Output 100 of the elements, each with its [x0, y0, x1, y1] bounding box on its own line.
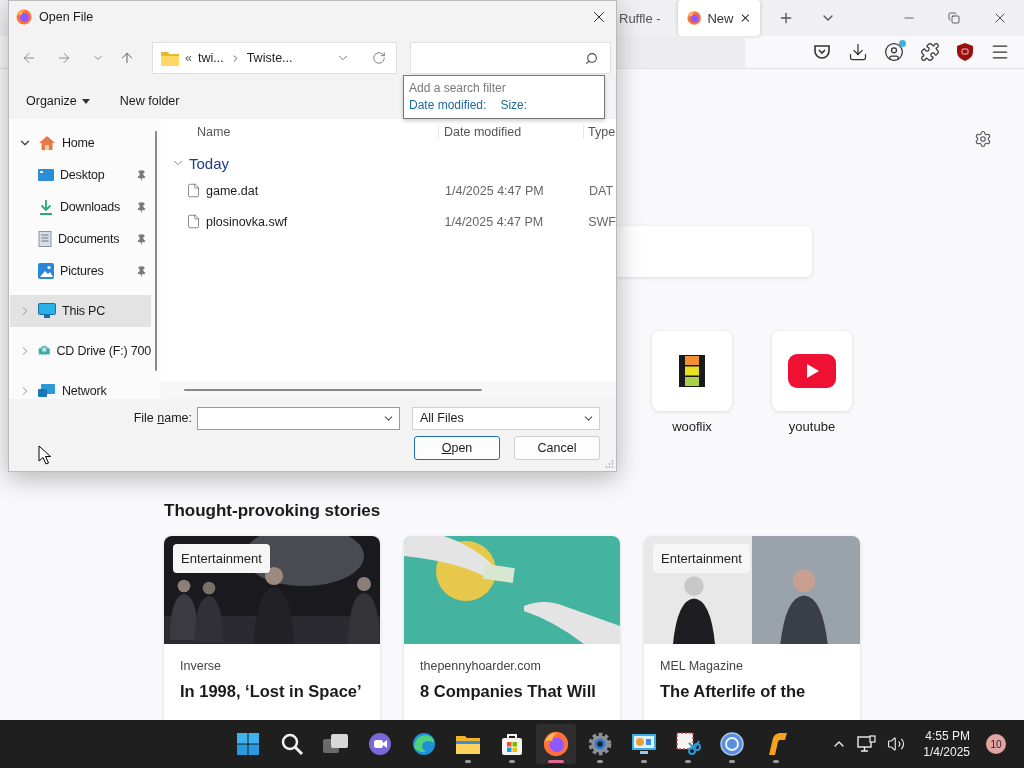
file-name-label: File name: — [133, 411, 192, 425]
story-card[interactable]: Entertainment Inverse In 1998, ‘Lost in Space’ — [164, 536, 380, 720]
notification-badge[interactable]: 10 — [986, 734, 1006, 754]
sidebar-item[interactable]: Documents — [10, 223, 151, 255]
file-date: 1/4/2025 4:47 PM — [444, 183, 545, 198]
sidebar-item[interactable]: Network — [10, 375, 151, 399]
download-icon[interactable] — [848, 42, 868, 62]
close-icon[interactable] — [739, 11, 752, 25]
volume-icon[interactable] — [887, 735, 906, 753]
download-arrow-icon — [38, 199, 54, 215]
section-heading: Thought-provoking stories — [164, 500, 382, 522]
browser-tab[interactable]: Ruffle - — [619, 0, 671, 36]
monitor-icon — [38, 303, 56, 319]
clock[interactable]: 4:55 PM 1/4/2025 — [923, 728, 970, 760]
shopping-bag-icon — [500, 732, 524, 756]
folder-icon — [455, 733, 481, 755]
sidebar-item[interactable]: Desktop — [10, 159, 151, 191]
taskbar-button[interactable] — [536, 724, 576, 764]
story-card[interactable]: Entertainment MEL Magazine The Afterlife of the — [644, 536, 860, 720]
file-row[interactable]: game.dat 1/4/2025 4:47 PM DAT — [161, 175, 616, 206]
address-field[interactable]: « twi... Twiste... — [152, 42, 397, 74]
category-tag: Entertainment — [173, 544, 270, 573]
image-icon — [38, 263, 54, 279]
scrollbar[interactable] — [184, 389, 482, 391]
story-title: In 1998, ‘Lost in Space’ — [180, 682, 363, 701]
settings-icon[interactable] — [974, 130, 992, 148]
shortcut-tile[interactable] — [652, 331, 732, 411]
column-header[interactable]: Type — [584, 125, 616, 139]
monitor-chart-icon — [631, 733, 657, 755]
search-icon — [280, 732, 304, 756]
swirl-icon — [412, 732, 436, 756]
house-icon — [38, 135, 56, 151]
file-type-select[interactable]: All Files — [412, 406, 600, 430]
scissors-icon — [675, 731, 701, 757]
story-card[interactable]: thepennyhoarder.com 8 Companies That Will — [404, 536, 620, 720]
column-header[interactable]: Name — [197, 125, 439, 139]
file-type: DAT — [588, 183, 614, 198]
fox-globe-icon — [543, 731, 569, 757]
filter-link[interactable]: Date modified: — [409, 98, 487, 112]
file-name: game.dat — [206, 183, 259, 198]
file-type: SWF — [587, 214, 616, 229]
dialog-button[interactable]: Open — [414, 436, 500, 460]
video-chat-icon — [368, 732, 392, 756]
play-button-icon — [788, 354, 836, 388]
sidebar-item[interactable]: This PC — [10, 295, 151, 327]
restore-icon[interactable] — [948, 12, 960, 24]
clock-time: 4:55 PM — [925, 728, 970, 744]
film-strip-icon — [679, 355, 705, 387]
story-source: thepennyhoarder.com — [420, 659, 542, 673]
fox-globe-icon — [16, 9, 32, 25]
dialog-button[interactable]: Cancel — [514, 436, 600, 460]
fox-globe-icon — [687, 10, 702, 26]
file-row[interactable]: plosinovka.swf 1/4/2025 4:47 PM SWF — [161, 206, 616, 237]
sidebar-item[interactable]: Pictures — [10, 255, 151, 287]
puzzle-icon[interactable] — [920, 42, 940, 62]
account-icon[interactable] — [884, 42, 904, 62]
command-button[interactable]: New folder — [119, 94, 180, 108]
story-title: The Afterlife of the — [660, 682, 807, 701]
search-field[interactable] — [410, 42, 611, 74]
gear-icon — [587, 731, 613, 757]
sidebar-item[interactable]: CD Drive (F:) 700 — [10, 335, 151, 367]
file-name: plosinovka.swf — [206, 214, 288, 229]
desktop-icon — [38, 168, 54, 182]
resize-grip-icon[interactable] — [604, 459, 614, 469]
document-icon — [38, 231, 52, 247]
search-icon — [585, 51, 598, 65]
network-icon[interactable] — [857, 735, 878, 753]
shield-icon[interactable] — [956, 42, 974, 62]
browser-tab[interactable]: New — [678, 0, 760, 36]
pocket-icon[interactable] — [812, 42, 832, 62]
file-name-field[interactable] — [197, 406, 400, 430]
breadcrumb-overflow[interactable]: « — [185, 51, 192, 65]
mouse-pointer-icon — [38, 445, 52, 465]
story-source: Inverse — [180, 659, 222, 673]
dialog-title: Open File — [39, 10, 94, 24]
command-button[interactable]: Organize — [26, 94, 90, 108]
sidebar-item[interactable]: Home — [10, 127, 151, 159]
file-icon — [186, 183, 201, 198]
file-date: 1/4/2025 4:47 PM — [443, 214, 545, 229]
filter-link[interactable]: Size: — [500, 98, 528, 112]
scrollbar[interactable] — [155, 131, 157, 371]
shortcut-label: youtube — [788, 419, 836, 434]
column-header[interactable]: Date modified — [439, 125, 584, 139]
breadcrumb-item[interactable]: twi... — [197, 51, 224, 65]
category-tag: Entertainment — [653, 544, 750, 573]
four-squares-icon — [236, 732, 260, 756]
clock-date: 1/4/2025 — [923, 744, 970, 760]
network-icon — [38, 383, 56, 399]
story-title: 8 Companies That Will — [420, 682, 597, 701]
shortcut-tile[interactable] — [772, 331, 852, 411]
sidebar-item[interactable]: Downloads — [10, 191, 151, 223]
new-tab-icon[interactable] — [778, 10, 794, 26]
arrow-right-icon — [56, 50, 72, 66]
story-source: MEL Magazine — [660, 659, 744, 673]
group-header[interactable]: Today — [161, 151, 236, 175]
shortcut-label: wooflix — [672, 419, 712, 434]
stacked-windows-icon — [323, 733, 349, 755]
folder-icon — [161, 50, 179, 66]
refresh-icon[interactable] — [372, 51, 386, 65]
breadcrumb-item[interactable]: Twiste... — [246, 51, 293, 65]
